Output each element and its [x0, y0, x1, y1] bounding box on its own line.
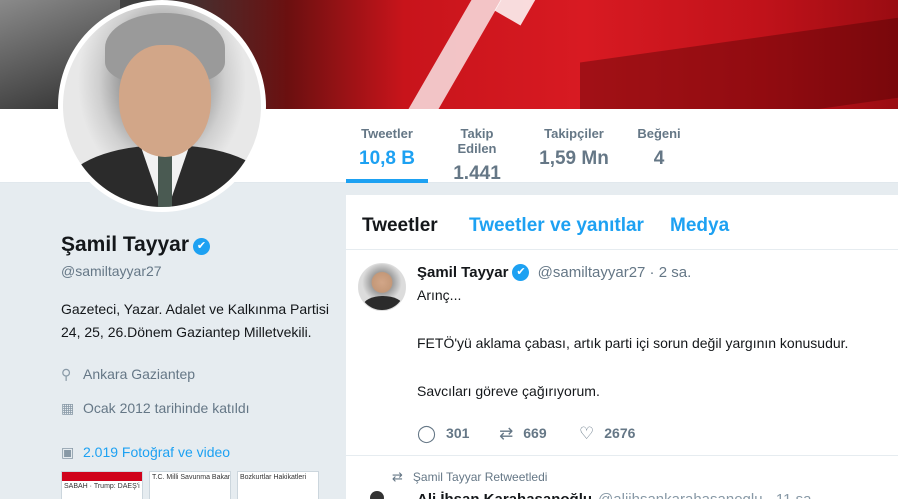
- retweeted-tweet[interactable]: ⇄ Şamil Tayyar Retweetledi Ali İhsan Kara…: [346, 457, 898, 499]
- profile-avatar[interactable]: [58, 0, 266, 212]
- tab-media[interactable]: Medya: [670, 215, 729, 237]
- profile-sidebar: Şamil Tayyar ✔ @samiltayyar27 Gazeteci, Y…: [0, 183, 346, 499]
- profile-photos[interactable]: ▣ 2.019 Fotoğraf ve video: [61, 444, 230, 461]
- retweet-button[interactable]: ⇄ 669: [499, 424, 547, 444]
- like-count: 2676: [604, 425, 636, 441]
- tab-tweets[interactable]: Tweetler: [362, 215, 438, 237]
- photos-link[interactable]: 2.019 Fotoğraf ve video: [83, 444, 230, 460]
- next-tweet-author[interactable]: Ali İhsan Karahasanoğlu: [417, 491, 592, 499]
- retweet-icon: ⇄: [499, 424, 514, 443]
- reply-count: 301: [446, 425, 470, 441]
- timeline: Tweetler Tweetler ve yanıtlar Medya Şami…: [346, 195, 898, 499]
- retweet-note-text[interactable]: Şamil Tayyar Retweetledi: [413, 470, 548, 484]
- next-tweet-avatar[interactable]: [370, 491, 384, 499]
- profile-location: ⚲ Ankara Gaziantep: [61, 366, 195, 383]
- banner-flag-star: [494, 0, 536, 26]
- profile-name[interactable]: Şamil Tayyar ✔: [61, 233, 211, 257]
- media-thumb[interactable]: Bozkurtlar Hakikatleri: [237, 471, 319, 499]
- profile-joined: ▦ Ocak 2012 tarihinde katıldı: [61, 400, 250, 417]
- location-text: Ankara Gaziantep: [83, 366, 196, 382]
- retweet-note: ⇄ Şamil Tayyar Retweetledi: [392, 469, 547, 485]
- retweet-count: 669: [523, 425, 547, 441]
- banner-flag-stripe: [408, 0, 502, 109]
- next-tweet-handle[interactable]: @aliihsankarahasanoglu · 11 sa.: [598, 491, 816, 499]
- reply-button[interactable]: ◯ 301: [417, 424, 469, 444]
- tweet[interactable]: Şamil Tayyar ✔ @samiltayyar27 · 2 sa. Arı…: [346, 250, 898, 456]
- image-icon: ▣: [61, 444, 75, 460]
- media-thumb[interactable]: SABAH · Trump: DAEŞ'i Obama kurdu: [61, 471, 143, 499]
- bio-line-2: 24, 25, 26.Dönem Gaziantep Milletvekili.: [61, 324, 312, 340]
- avatar-face: [119, 45, 211, 157]
- profile-name-text[interactable]: Şamil Tayyar: [61, 233, 189, 256]
- thumb-caption: SABAH · Trump: DAEŞ'i Obama kurdu: [64, 483, 142, 490]
- stat-following[interactable]: Takip Edilen 1.441: [440, 109, 514, 184]
- stat-likes[interactable]: Beğeni 4: [634, 109, 684, 183]
- tweet-header: Şamil Tayyar ✔ @samiltayyar27 · 2 sa.: [417, 264, 691, 281]
- tweet-text-line: Arınç...: [417, 287, 462, 303]
- tweet-text-line: Savcıları göreve çağırıyorum.: [417, 383, 600, 399]
- stat-tweets[interactable]: Tweetler 10,8 B: [346, 109, 428, 183]
- like-button[interactable]: ♡ 2676: [579, 424, 635, 444]
- media-thumbnails: SABAH · Trump: DAEŞ'i Obama kurdu T.C. M…: [61, 471, 321, 499]
- stat-likes-label: Beğeni: [637, 126, 681, 141]
- joined-text: Ocak 2012 tarihinde katıldı: [83, 400, 250, 416]
- stat-followers-value: 1,59 Mn: [539, 148, 609, 169]
- tweet-avatar[interactable]: [358, 263, 406, 311]
- timeline-tabs: Tweetler Tweetler ve yanıtlar Medya: [346, 195, 898, 250]
- heart-icon: ♡: [579, 424, 595, 443]
- stat-followers[interactable]: Takipçiler 1,59 Mn: [538, 109, 610, 183]
- stat-tweets-label: Tweetler: [361, 126, 413, 141]
- profile-handle[interactable]: @samiltayyar27: [61, 263, 162, 279]
- verified-icon: ✔: [512, 264, 530, 281]
- tweet-author-name[interactable]: Şamil Tayyar: [417, 264, 508, 281]
- profile-bio: Gazeteci, Yazar. Adalet ve Kalkınma Part…: [61, 298, 341, 344]
- reply-icon: ◯: [417, 424, 437, 443]
- stat-tweets-value: 10,8 B: [359, 148, 415, 169]
- banner-shadow: [580, 17, 898, 109]
- next-tweet-header: Ali İhsan Karahasanoğlu @aliihsankarahasa…: [417, 491, 816, 499]
- stat-likes-value: 4: [653, 148, 665, 169]
- verified-icon: ✔: [193, 238, 211, 255]
- thumb-caption: T.C. Milli Savunma Bakanlığı: [152, 474, 230, 481]
- bio-line-1: Gazeteci, Yazar. Adalet ve Kalkınma Part…: [61, 301, 329, 317]
- tweet-handle-time[interactable]: @samiltayyar27 · 2 sa.: [538, 264, 692, 281]
- tweet-text-line: FETÖ'yü aklama çabası, artık parti içi s…: [417, 335, 849, 351]
- stat-followers-label: Takipçiler: [544, 126, 604, 141]
- location-pin-icon: ⚲: [61, 366, 72, 382]
- thumb-caption: Bozkurtlar Hakikatleri: [240, 474, 307, 481]
- calendar-icon: ▦: [61, 400, 75, 416]
- stat-following-value: 1.441: [453, 163, 501, 184]
- media-thumb[interactable]: T.C. Milli Savunma Bakanlığı: [149, 471, 231, 499]
- retweet-icon: ⇄: [392, 469, 403, 484]
- tweet-actions: ◯ 301 ⇄ 669 ♡ 2676: [417, 424, 817, 444]
- tab-tweets-replies[interactable]: Tweetler ve yanıtlar: [469, 215, 644, 237]
- stat-following-label: Takip Edilen: [457, 126, 497, 156]
